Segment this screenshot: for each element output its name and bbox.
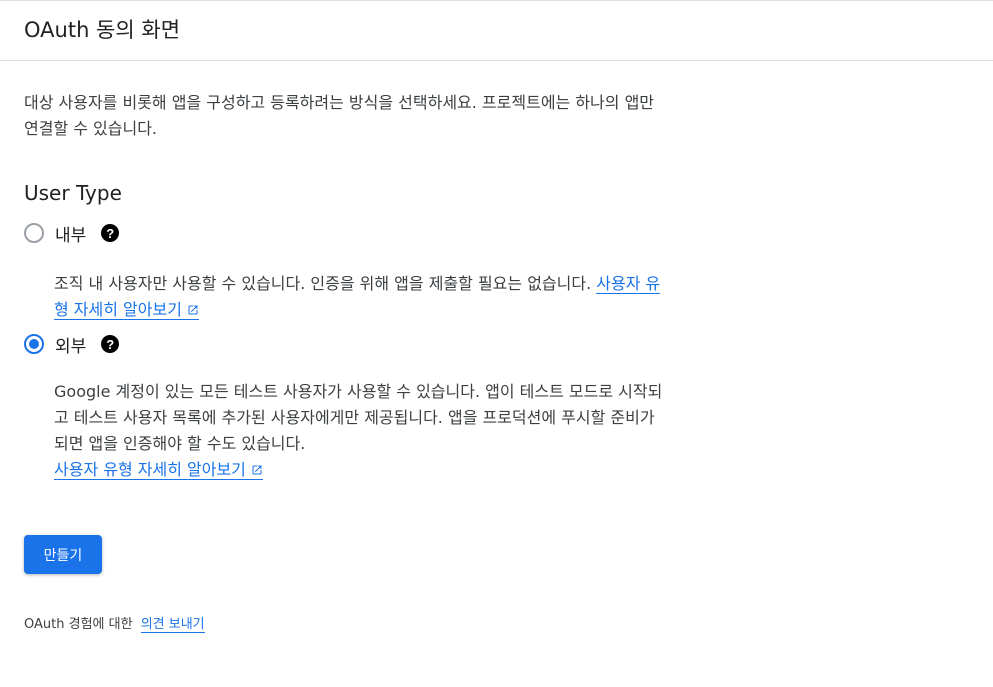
- oauth-consent-page: OAuth 동의 화면 대상 사용자를 비롯해 앱을 구성하고 등록하려는 방식…: [0, 0, 993, 687]
- open-in-new-icon: [252, 465, 262, 475]
- option-description-external: Google 계정이 있는 모든 테스트 사용자가 사용할 수 있습니다. 앱이…: [54, 379, 664, 483]
- help-circle-icon[interactable]: ?: [101, 224, 120, 242]
- create-button[interactable]: 만들기: [24, 535, 102, 574]
- option-description-text-internal: 조직 내 사용자만 사용할 수 있습니다. 인증을 위해 앱을 제출할 필요는 …: [54, 274, 592, 293]
- help-circle-icon[interactable]: ?: [101, 335, 120, 353]
- radio-internal[interactable]: [24, 223, 44, 243]
- send-feedback-link[interactable]: 의견 보내기: [140, 617, 205, 633]
- learn-more-link-external[interactable]: 사용자 유형 자세히 알아보기: [54, 460, 263, 480]
- user-type-option-internal[interactable]: 내부 ?: [24, 220, 664, 246]
- user-type-option-external[interactable]: 외부 ?: [24, 331, 664, 357]
- feedback-row: OAuth 경험에 대한 의견 보내기: [24, 613, 664, 633]
- page-title: OAuth 동의 화면: [24, 17, 181, 42]
- option-label-internal: 내부: [55, 225, 87, 246]
- user-type-title: User Type: [24, 181, 122, 205]
- feedback-text: OAuth 경험에 대한: [24, 617, 133, 632]
- open-in-new-icon: [188, 305, 198, 315]
- radio-external[interactable]: [24, 334, 44, 354]
- learn-more-link-label: 사용자 유형 자세히 알아보기: [54, 460, 246, 479]
- page-header: OAuth 동의 화면: [0, 1, 993, 61]
- option-description-internal: 조직 내 사용자만 사용할 수 있습니다. 인증을 위해 앱을 제출할 필요는 …: [54, 271, 664, 323]
- option-description-text-external: Google 계정이 있는 모든 테스트 사용자가 사용할 수 있습니다. 앱이…: [54, 382, 663, 453]
- option-label-external: 외부: [55, 336, 87, 357]
- main-content: 대상 사용자를 비롯해 앱을 구성하고 등록하려는 방식을 선택하세요. 프로젝…: [0, 90, 664, 633]
- intro-text: 대상 사용자를 비롯해 앱을 구성하고 등록하려는 방식을 선택하세요. 프로젝…: [24, 93, 655, 138]
